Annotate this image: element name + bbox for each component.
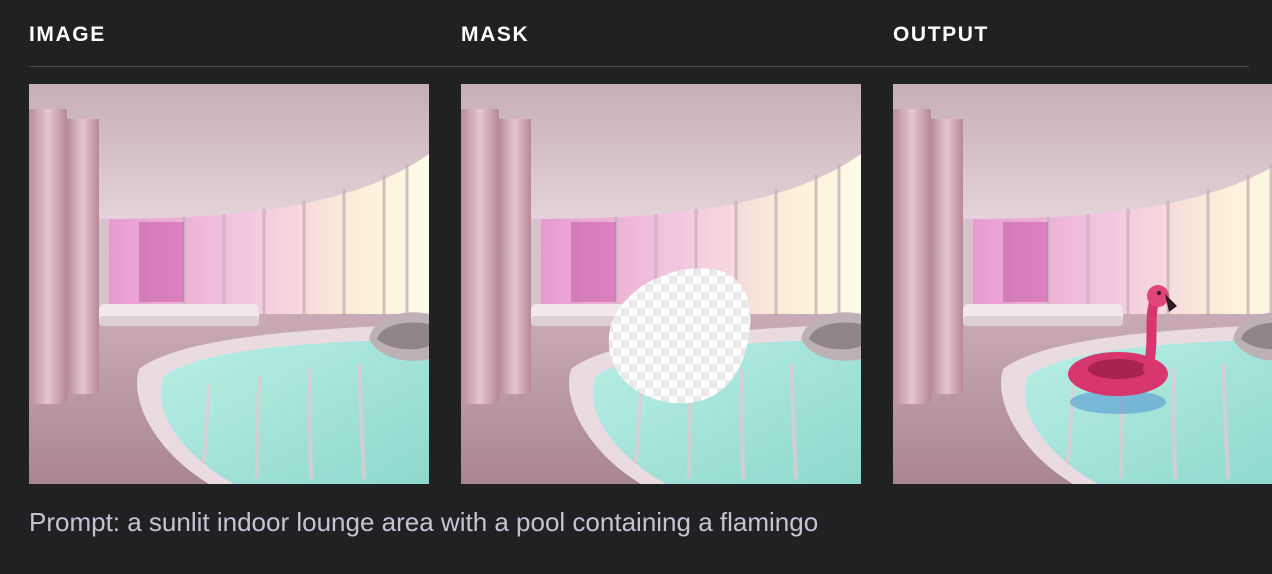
output-image: [893, 84, 1272, 484]
header-divider: [29, 66, 1249, 67]
mask-image-scene: [461, 84, 861, 484]
mask-image: [461, 84, 861, 484]
mask-header: MASK: [461, 23, 530, 46]
output-image-scene: [893, 84, 1272, 484]
prompt-caption: Prompt: a sunlit indoor lounge area with…: [29, 507, 819, 537]
source-image-scene: [29, 84, 429, 484]
inpainting-comparison: IMAGE MASK OUTPUT Prompt: a sunlit indoo…: [0, 0, 1272, 574]
output-header: OUTPUT: [893, 23, 989, 46]
source-image: [29, 84, 429, 484]
image-header: IMAGE: [29, 23, 106, 46]
